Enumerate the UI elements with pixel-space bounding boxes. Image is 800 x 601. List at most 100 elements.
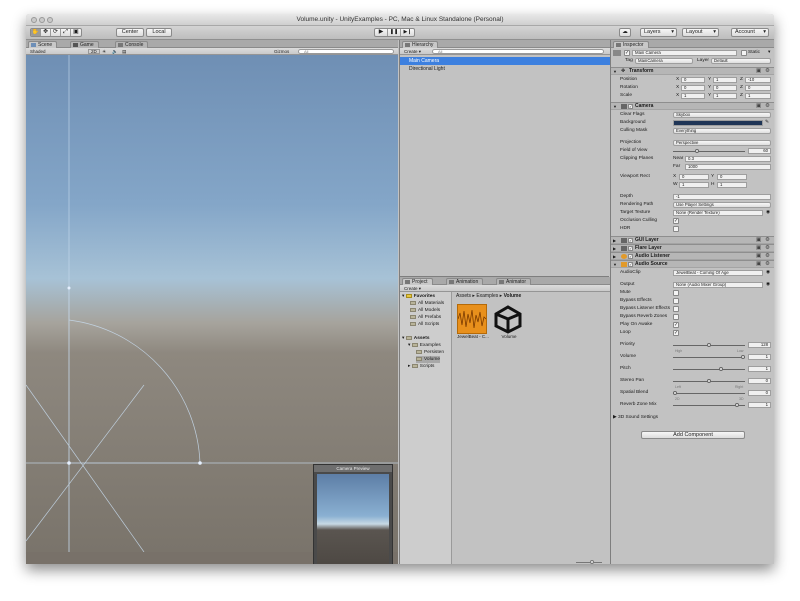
projection-dropdown[interactable]: Perspective	[673, 140, 771, 146]
pivot-center-toggle[interactable]: Center	[116, 28, 144, 37]
tab-console[interactable]: Console	[115, 41, 149, 48]
hdr-checkbox[interactable]	[673, 226, 679, 232]
favorite-item[interactable]: All Materials	[410, 300, 444, 307]
output-field[interactable]: None (Audio Mixer Group)	[673, 282, 763, 288]
tab-animation[interactable]: Animation	[446, 278, 484, 285]
gear-icon[interactable]: ⚙	[765, 237, 770, 244]
position-y-field[interactable]: 1	[713, 77, 737, 83]
rect-icon[interactable]: ▣	[71, 29, 81, 36]
play-on-awake-checkbox[interactable]: ✓	[673, 322, 679, 328]
help-icon[interactable]: ▣	[756, 68, 761, 75]
component-enabled-checkbox[interactable]: ✓	[628, 104, 633, 109]
step-button[interactable]: ▶❙	[401, 29, 414, 36]
depth-field[interactable]: -1	[673, 194, 771, 200]
position-z-field[interactable]: -10	[745, 77, 771, 83]
viewport-w-field[interactable]: 1	[679, 182, 709, 188]
component-enabled-checkbox[interactable]: ✓	[628, 238, 633, 243]
tab-animator[interactable]: Animator	[496, 278, 532, 285]
lighting-toggle-icon[interactable]: ☀	[102, 49, 106, 54]
help-icon[interactable]: ▣	[756, 261, 761, 268]
far-field[interactable]: 1000	[685, 164, 771, 170]
tab-inspector[interactable]: Inspector	[613, 41, 649, 48]
breadcrumb-item[interactable]: Volume	[504, 293, 522, 299]
hand-icon[interactable]: ✋	[31, 29, 41, 36]
fov-slider-knob[interactable]	[695, 148, 700, 153]
fov-slider[interactable]	[673, 150, 745, 152]
scale-icon[interactable]: ⤢	[61, 29, 71, 36]
asset-audio-clip[interactable]: JewelBeat - C...	[457, 304, 489, 340]
fov-value-field[interactable]: 60	[748, 148, 771, 154]
near-field[interactable]: 0.3	[685, 156, 771, 162]
object-picker-icon[interactable]: ◉	[766, 281, 770, 289]
shading-mode-dropdown[interactable]: Shaded	[30, 49, 74, 54]
reverb-zone-mix-value-field[interactable]: 1	[748, 402, 771, 408]
loop-checkbox[interactable]: ✓	[673, 330, 679, 336]
spatial-blend-slider[interactable]	[673, 392, 745, 394]
spatial-blend-value-field[interactable]: 0	[748, 390, 771, 396]
tab-game[interactable]: Game	[70, 41, 99, 48]
expand-triangle-icon[interactable]: ▼	[613, 103, 617, 110]
eyedropper-icon[interactable]: ✎	[765, 119, 769, 127]
rotation-z-field[interactable]: 0	[745, 85, 771, 91]
viewport-y-field[interactable]: 0	[717, 174, 747, 180]
project-create-button[interactable]: Create ▾	[404, 286, 421, 291]
bypass-effects-checkbox[interactable]	[673, 298, 679, 304]
favorites-folder[interactable]: ▾ Favorites	[402, 293, 435, 300]
favorite-item[interactable]: All Models	[410, 307, 440, 314]
chevron-down-icon[interactable]: ▾	[768, 49, 770, 57]
stereo-pan-slider-knob[interactable]	[707, 378, 711, 383]
camera-component-header[interactable]: ▼ ✓ Camera ▣ ⚙	[611, 102, 774, 110]
favorite-item[interactable]: All Prefabs	[410, 314, 441, 321]
help-icon[interactable]: ▣	[756, 253, 761, 260]
spatial-blend-slider-knob[interactable]	[673, 390, 677, 395]
scale-z-field[interactable]: 1	[745, 93, 771, 99]
component-enabled-checkbox[interactable]: ✓	[628, 262, 633, 267]
audio-listener-component-header[interactable]: ▶ ✓ Audio Listener ▣ ⚙	[611, 252, 774, 260]
scripts-folder[interactable]: ▸ Scripts	[408, 363, 434, 370]
hierarchy-create-button[interactable]: Create ▾	[404, 49, 421, 54]
effects-toggle-icon[interactable]: ▤	[122, 49, 126, 54]
help-icon[interactable]: ▣	[756, 103, 761, 110]
rotate-icon[interactable]: ⟳	[51, 29, 61, 36]
pivot-local-toggle[interactable]: Local	[146, 28, 172, 37]
mode-2d-toggle[interactable]: 2D	[88, 49, 100, 54]
hierarchy-item-directional-light[interactable]: Directional Light	[400, 65, 610, 73]
volume-slider-knob[interactable]	[741, 354, 745, 359]
examples-child-folder-selected[interactable]: Volume	[416, 356, 440, 363]
breadcrumb-item[interactable]: Examples	[476, 293, 498, 299]
tab-hierarchy[interactable]: Hierarchy	[402, 41, 439, 48]
layout-dropdown[interactable]: Layout ▾	[682, 28, 719, 37]
help-icon[interactable]: ▣	[756, 245, 761, 252]
flare-layer-component-header[interactable]: ▶ ✓ Flare Layer ▣ ⚙	[611, 244, 774, 252]
occlusion-checkbox[interactable]: ✓	[673, 218, 679, 224]
layer-dropdown[interactable]: Default	[711, 58, 771, 64]
asset-unity-scene[interactable]: Volume	[493, 304, 525, 340]
audio-source-component-header[interactable]: ▼ ✓ Audio Source ▣ ⚙	[611, 260, 774, 268]
pause-button[interactable]: ❚❚	[388, 29, 401, 36]
viewport-x-field[interactable]: 0	[679, 174, 709, 180]
static-checkbox[interactable]	[741, 50, 747, 56]
expand-triangle-icon[interactable]: ▼	[613, 261, 617, 268]
pitch-slider-knob[interactable]	[718, 366, 723, 371]
component-enabled-checkbox[interactable]: ✓	[628, 254, 633, 259]
rendering-path-dropdown[interactable]: Use Player Settings	[673, 202, 771, 208]
gui-layer-component-header[interactable]: ▶ ✓ GUI Layer ▣ ⚙	[611, 236, 774, 244]
account-dropdown[interactable]: Account ▾	[731, 28, 769, 37]
asset-zoom-slider[interactable]	[576, 560, 602, 564]
object-active-checkbox[interactable]: ✓	[624, 50, 630, 56]
help-icon[interactable]: ▣	[756, 237, 761, 244]
hierarchy-item-main-camera[interactable]: Main Camera	[400, 57, 610, 65]
layers-dropdown[interactable]: Layers ▾	[640, 28, 677, 37]
background-color-swatch[interactable]	[673, 120, 763, 126]
reverb-zone-mix-slider-knob[interactable]	[734, 402, 739, 407]
gear-icon[interactable]: ⚙	[765, 245, 770, 252]
gear-icon[interactable]: ⚙	[765, 103, 770, 110]
tab-scene[interactable]: Scene	[28, 41, 58, 48]
transform-component-header[interactable]: ▼ ✥ Transform ▣ ⚙	[611, 67, 774, 75]
priority-slider-knob[interactable]	[707, 342, 711, 347]
examples-child-folder[interactable]: Persisten	[416, 349, 444, 356]
gear-icon[interactable]: ⚙	[765, 261, 770, 268]
target-texture-field[interactable]: None (Render Texture)	[673, 210, 763, 216]
mute-checkbox[interactable]	[673, 290, 679, 296]
volume-value-field[interactable]: 1	[748, 354, 771, 360]
